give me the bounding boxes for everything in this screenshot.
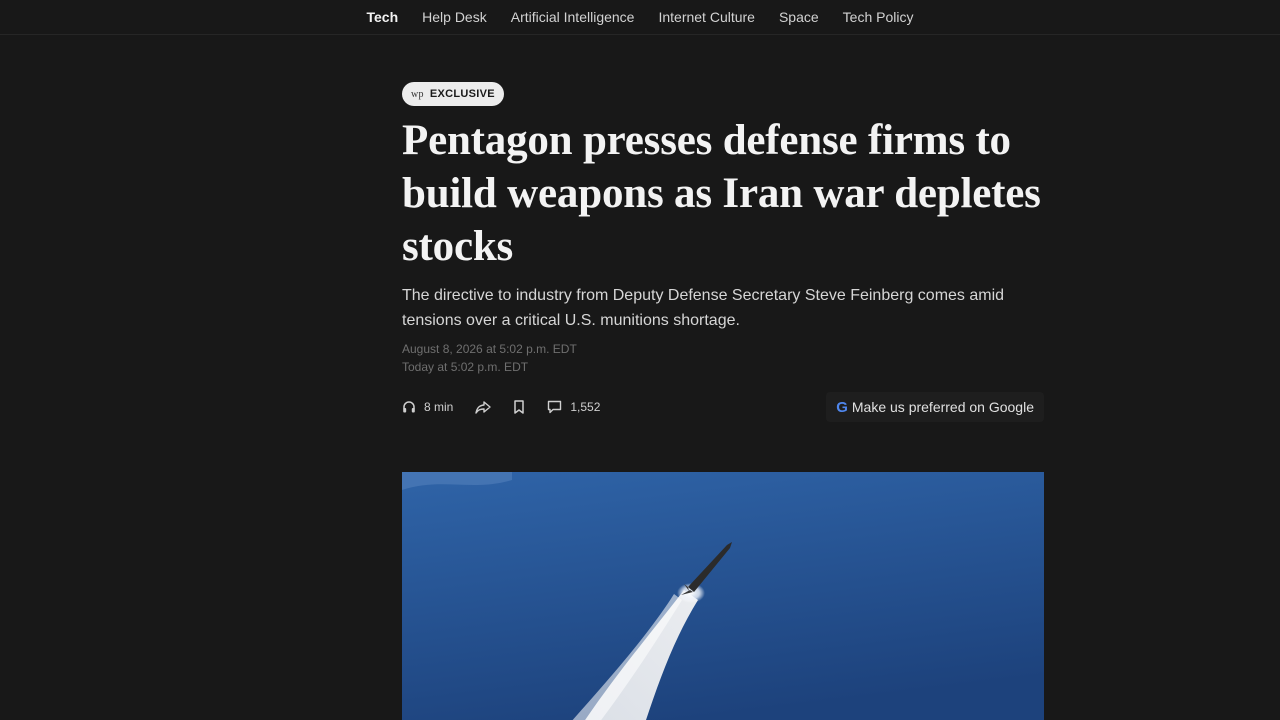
bookmark-icon (514, 400, 525, 414)
google-icon: G (836, 398, 848, 416)
hero-image (402, 472, 1044, 720)
article-header: wp EXCLUSIVE Pentagon presses defense fi… (402, 82, 1044, 375)
share-icon (475, 401, 492, 414)
badge-label: EXCLUSIVE (429, 88, 495, 100)
nav-item-tech[interactable]: Tech (367, 9, 399, 25)
nav-item-internet-culture[interactable]: Internet Culture (658, 9, 755, 25)
nav-item-tech-policy[interactable]: Tech Policy (843, 9, 914, 25)
missile-launch-image (402, 472, 1044, 720)
google-preferred-button[interactable]: G Make us preferred on Google (826, 392, 1044, 422)
comment-icon (548, 400, 562, 414)
page: Tech Help Desk Artificial Intelligence I… (0, 0, 1280, 720)
wp-logo-icon: wp (411, 88, 424, 100)
comment-count: 1,552 (570, 400, 601, 414)
nav-item-help-desk[interactable]: Help Desk (422, 9, 487, 25)
nav-item-artificial-intelligence[interactable]: Artificial Intelligence (511, 9, 635, 25)
headphones-icon (403, 401, 415, 413)
dek: The directive to industry from Deputy De… (402, 287, 1005, 329)
listen-duration: 8 min (424, 400, 454, 414)
listen-button[interactable]: 8 min (402, 400, 453, 414)
dateline: August 8, 2026 at 5:02 p.m. EDT Today at… (402, 339, 1044, 375)
google-preferred-label: Make us preferred on Google (851, 399, 1034, 415)
exclusive-badge: wp EXCLUSIVE (402, 82, 504, 106)
section-nav: Tech Help Desk Artificial Intelligence I… (0, 0, 1280, 35)
save-button[interactable] (513, 400, 525, 414)
nav-item-space[interactable]: Space (779, 9, 819, 25)
article-toolbar: 8 min 1,552 G Make us preferred on Googl… (402, 392, 1044, 422)
share-button[interactable] (475, 400, 492, 414)
comments-button[interactable]: 1,552 (547, 400, 600, 414)
published-date: August 8, 2026 at 5:02 p.m. EDT (402, 342, 577, 356)
updated-date: Today at 5:02 p.m. EDT (402, 360, 529, 374)
headline: Pentagon presses defense firms to build … (402, 117, 1041, 270)
